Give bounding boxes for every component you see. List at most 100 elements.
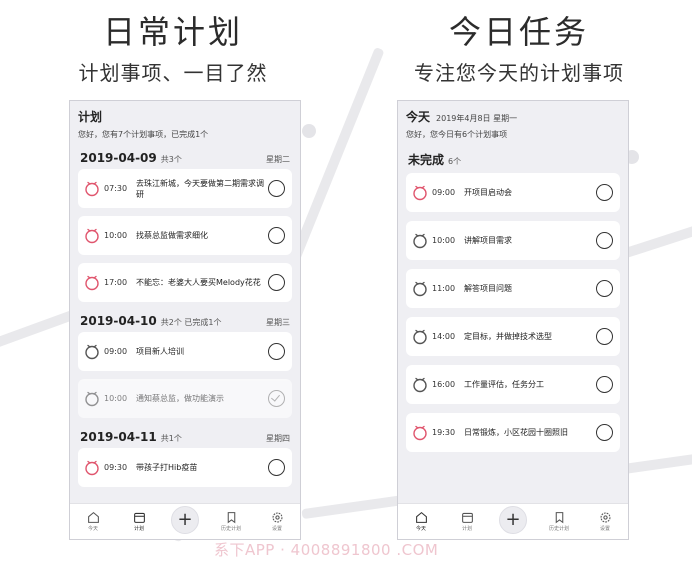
task-item[interactable]: 10:00 通知蔡总监，做功能演示 <box>78 379 292 418</box>
clock-icon <box>85 181 99 197</box>
task-item[interactable]: 09:30 带孩子打Hib疫苗 <box>78 448 292 487</box>
clock-icon <box>85 228 99 244</box>
task-text: 不能忘：老婆大人要买Melody花花 <box>136 278 261 287</box>
task-item[interactable]: 10:00 找蔡总监做需求细化 <box>78 216 292 255</box>
calendar-icon <box>133 512 145 523</box>
complete-toggle-icon[interactable] <box>596 232 613 249</box>
tab-history[interactable]: 历史计划 <box>213 511 249 532</box>
group-date: 2019-04-10 <box>80 314 157 328</box>
section-header: 未完成 6个 <box>398 147 628 173</box>
clock-icon <box>413 329 427 345</box>
greeting-text: 您好，您今日有6个计划事项 <box>406 130 508 139</box>
tab-plan[interactable]: 计划 <box>449 511 485 532</box>
section-title: 未完成 <box>408 153 445 167</box>
tab-label: 历史计划 <box>548 526 569 532</box>
tab-today[interactable]: 今天 <box>403 511 439 532</box>
group-weekday: 星期四 <box>266 434 290 443</box>
task-item[interactable]: 09:00 项目新人培训 <box>78 332 292 371</box>
complete-toggle-icon[interactable] <box>268 343 285 360</box>
complete-toggle-icon[interactable] <box>268 227 285 244</box>
task-time: 14:00 <box>432 332 456 341</box>
task-item[interactable]: 16:00 工作量评估，任务分工 <box>406 365 620 404</box>
section-count: 6个 <box>448 157 462 166</box>
complete-toggle-icon[interactable] <box>596 280 613 297</box>
tab-label: 设置 <box>271 526 282 532</box>
task-item[interactable]: 07:30 去珠江新城，今天要做第二期需求调研 <box>78 169 292 208</box>
task-time: 09:30 <box>104 463 128 472</box>
phone-screen-plan: 计划 您好，您有7个计划事项，已完成1个 2019-04-09 共3个 星期二 07:… <box>69 100 301 540</box>
bookmark-icon <box>555 512 563 524</box>
complete-toggle-icon[interactable] <box>268 180 285 197</box>
plan-list: 2019-04-09 共3个 星期二 07:30 去珠江新城，今天要做第二期需求调研 10… <box>70 147 300 487</box>
group-weekday: 星期三 <box>266 318 290 327</box>
group-count: 共1个 <box>160 434 182 443</box>
task-time: 16:00 <box>432 380 456 389</box>
task-text: 解答项目问题 <box>464 284 512 293</box>
task-item[interactable]: 09:00 开项目启动会 <box>406 173 620 212</box>
complete-toggle-icon[interactable] <box>596 184 613 201</box>
group-count: 共2个 已完成1个 <box>160 318 222 327</box>
task-time: 10:00 <box>104 231 128 240</box>
clock-icon <box>413 185 427 201</box>
clock-icon <box>413 281 427 297</box>
add-plan-button[interactable]: + <box>499 505 527 534</box>
tab-label: 计划 <box>133 526 144 532</box>
greeting-text: 您好，您有7个计划事项，已完成1个 <box>78 130 209 139</box>
group-count: 共3个 <box>160 155 182 164</box>
task-list: 09:00 开项目启动会 10:00 讲解项目需求 11:00 解答项目问题 14:00 定目… <box>398 173 628 452</box>
phone-screen-today: 今天 2019年4月8日 星期一 您好，您今日有6个计划事项 未完成 6个 09… <box>397 100 629 540</box>
task-time: 09:00 <box>432 188 456 197</box>
screen-header: 今天 2019年4月8日 星期一 您好，您今日有6个计划事项 <box>398 101 628 147</box>
group-weekday: 星期二 <box>266 155 290 164</box>
tab-history[interactable]: 历史计划 <box>541 511 577 532</box>
home-icon <box>415 511 427 523</box>
clock-icon <box>85 460 99 476</box>
promo-title: 日常计划 <box>102 13 243 51</box>
tab-today[interactable]: 今天 <box>75 511 111 532</box>
task-time: 10:00 <box>432 236 456 245</box>
promo-title: 今日任务 <box>448 13 589 51</box>
task-item[interactable]: 11:00 解答项目问题 <box>406 269 620 308</box>
checked-circle-icon[interactable] <box>268 390 285 407</box>
tab-plan[interactable]: 计划 <box>121 511 157 532</box>
task-item[interactable]: 17:00 不能忘：老婆大人要买Melody花花 <box>78 263 292 302</box>
complete-toggle-icon[interactable] <box>596 328 613 345</box>
calendar-icon <box>461 512 473 523</box>
tab-bar: 今天 计划 + 历史计划 设置 <box>70 503 300 539</box>
tab-label: 今天 <box>87 526 98 532</box>
page-title: 今天 <box>406 110 431 124</box>
task-item[interactable]: 10:00 讲解项目需求 <box>406 221 620 260</box>
task-text: 带孩子打Hib疫苗 <box>136 463 198 472</box>
task-time: 09:00 <box>104 347 128 356</box>
task-time: 10:00 <box>104 394 128 403</box>
promo-subtitle: 计划事项、一目了然 <box>78 61 268 85</box>
group-date: 2019-04-11 <box>80 430 157 444</box>
complete-toggle-icon[interactable] <box>268 274 285 291</box>
add-plan-button[interactable]: + <box>171 505 199 534</box>
gear-icon <box>272 512 282 523</box>
task-item[interactable]: 19:30 日常锻炼，小区花园十圈照旧 <box>406 413 620 452</box>
complete-toggle-icon[interactable] <box>596 424 613 441</box>
complete-toggle-icon[interactable] <box>268 459 285 476</box>
screen-header: 计划 您好，您有7个计划事项，已完成1个 <box>70 101 300 147</box>
promo-left: 日常计划 计划事项、一目了然 <box>0 0 346 86</box>
check-mark-icon <box>271 392 280 402</box>
task-time: 11:00 <box>432 284 456 293</box>
background-dot <box>302 124 316 138</box>
complete-toggle-icon[interactable] <box>596 376 613 393</box>
task-time: 17:00 <box>104 278 128 287</box>
gear-icon <box>600 512 610 523</box>
bookmark-icon <box>227 512 235 524</box>
tab-label: 计划 <box>461 526 472 532</box>
task-text: 讲解项目需求 <box>464 236 512 245</box>
page-title: 计划 <box>78 110 103 124</box>
task-text: 找蔡总监做需求细化 <box>136 231 208 240</box>
task-time: 07:30 <box>104 184 128 193</box>
task-text: 去珠江新城，今天要做第二期需求调研 <box>136 178 264 199</box>
task-item[interactable]: 14:00 定目标，并做掉技术选型 <box>406 317 620 356</box>
task-text: 项目新人培训 <box>136 347 184 356</box>
tab-settings[interactable]: 设置 <box>587 511 623 532</box>
clock-icon <box>85 275 99 291</box>
group-date: 2019-04-09 <box>80 151 157 165</box>
tab-settings[interactable]: 设置 <box>259 511 295 532</box>
